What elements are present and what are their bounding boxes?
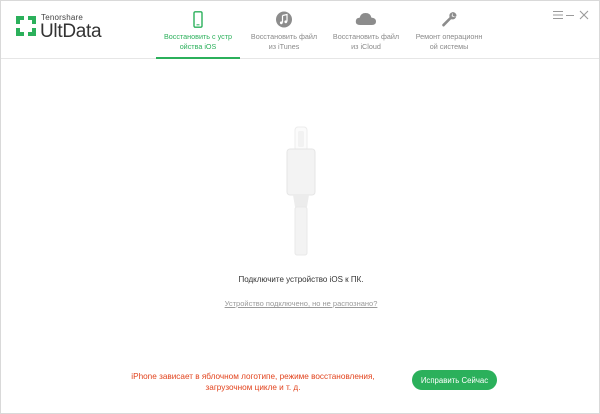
phone-icon: [193, 11, 203, 28]
tab-label-line2: из iCloud: [351, 42, 381, 51]
fix-now-button[interactable]: Исправить Сейчас: [412, 370, 497, 390]
tab-recover-ios[interactable]: Восстановить с устр ойства iOS: [156, 1, 240, 59]
tab-label-line2: из iTunes: [268, 42, 300, 51]
connect-instruction: Подключите устройство iOS к ПК.: [238, 275, 364, 284]
tab-label-line1: Ремонт операционн: [415, 32, 483, 41]
lightning-cable-illustration: [286, 126, 316, 256]
ultdata-logo-icon: [16, 16, 36, 36]
tab-recover-icloud[interactable]: Восстановить файл из iCloud: [324, 1, 408, 59]
brand-name: UltData: [40, 21, 102, 42]
tab-recover-itunes[interactable]: Восстановить файл из iTunes: [242, 1, 326, 59]
device-not-recognized-link[interactable]: Устройство подключено, но не распознано?: [1, 299, 600, 308]
tab-label-line2: ойства iOS: [179, 42, 217, 51]
header-bar: Tenorshare UltData Восстановить с устр о…: [1, 1, 599, 59]
close-icon[interactable]: [578, 9, 590, 21]
tab-label-line1: Восстановить файл: [332, 32, 400, 41]
active-tab-indicator: [156, 57, 240, 59]
cloud-icon: [355, 13, 376, 25]
tab-repair-os[interactable]: Ремонт операционн ой системы: [407, 1, 491, 59]
tab-label-line1: Восстановить файл: [250, 32, 318, 41]
tab-label-line2: ой системы: [429, 42, 469, 51]
menu-icon[interactable]: [552, 9, 564, 21]
warning-line-2: загрузочном цикле и т. д.: [205, 383, 301, 392]
tab-label-line1: Восстановить с устр: [163, 32, 232, 41]
warning-line-1: iPhone зависает в яблочном логотипе, реж…: [131, 372, 375, 381]
music-note-icon: [276, 11, 292, 28]
minimize-icon[interactable]: [564, 9, 576, 21]
wrench-icon: [442, 12, 457, 27]
stuck-device-warning: iPhone зависает в яблочном логотипе, реж…: [119, 371, 387, 393]
app-window: Tenorshare UltData Восстановить с устр о…: [0, 0, 600, 414]
